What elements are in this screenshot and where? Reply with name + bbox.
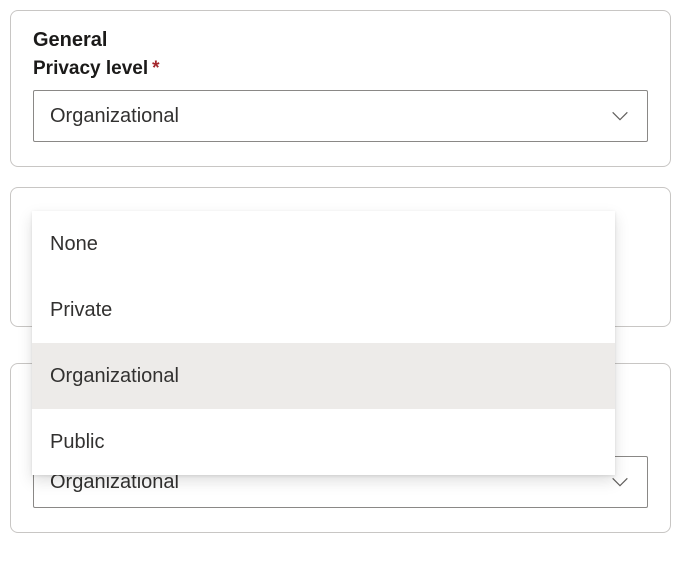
privacy-level-select-value: Organizational: [50, 105, 179, 128]
privacy-card-stack: . Organizational None Private Organizati…: [10, 187, 671, 533]
dropdown-option-private[interactable]: Private: [32, 277, 615, 343]
field-label-privacy-level: Privacy level: [33, 58, 148, 80]
dropdown-option-public[interactable]: Public: [32, 409, 615, 475]
section-title-general: General: [33, 29, 648, 52]
privacy-card-general: General Privacy level * Organizational: [10, 10, 671, 167]
dropdown-option-none[interactable]: None: [32, 211, 615, 277]
dropdown-option-organizational[interactable]: Organizational: [32, 343, 615, 409]
chevron-down-icon: [609, 105, 631, 127]
field-label-row: Privacy level *: [33, 58, 648, 80]
privacy-level-select[interactable]: Organizational: [33, 90, 648, 142]
required-asterisk: *: [152, 58, 159, 80]
privacy-level-dropdown[interactable]: None Private Organizational Public: [32, 211, 615, 475]
